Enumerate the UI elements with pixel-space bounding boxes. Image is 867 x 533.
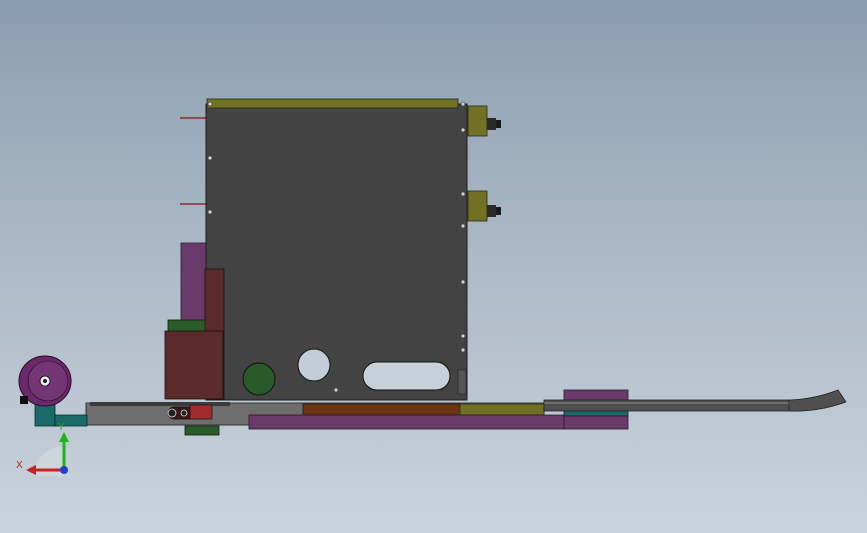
maroon-block [164,330,224,400]
purple-base-plate [248,414,566,430]
hinge-icon [167,404,213,420]
triad-x-label: X [16,460,23,471]
end-block-base [563,415,629,430]
green-pad-upper [167,319,206,332]
green-pad-lower [184,425,220,436]
connector-lower-nozzle [496,207,501,215]
green-round-window [242,362,276,396]
connector-lower-fitting [487,205,496,217]
right-base-bracket [457,369,467,395]
triad-y-label: Y [57,422,65,433]
reel-icon [18,355,72,407]
slot-opening [362,361,451,391]
olive-slider [459,403,545,416]
purple-side-plate [180,242,208,322]
connector-upper-block [467,105,488,137]
connector-upper-nozzle [496,120,501,128]
triad-icon[interactable]: X Y [16,422,69,476]
main-housing [205,103,468,401]
round-opening [297,348,331,382]
brown-slider [302,403,462,416]
top-trim-bar [206,98,459,109]
connector-lower-block [467,190,488,222]
cad-viewport[interactable]: X Y [0,0,867,533]
connector-upper-fitting [487,118,496,130]
